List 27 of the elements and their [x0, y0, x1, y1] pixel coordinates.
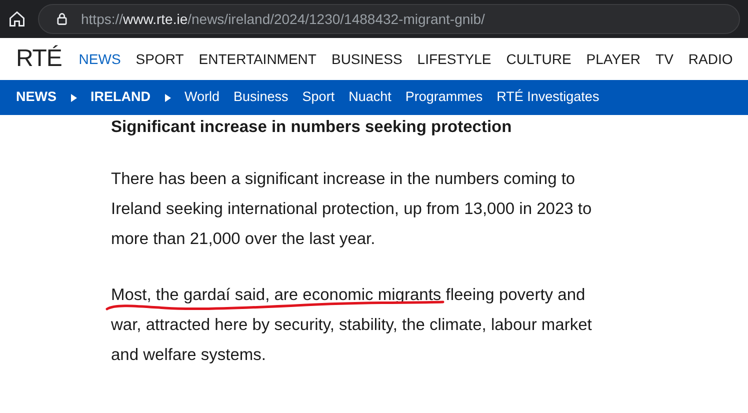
nav-link[interactable]: CULTURE — [506, 48, 572, 70]
triangle-right-icon — [70, 94, 76, 102]
triangle-right-icon — [164, 94, 170, 102]
article-paragraph: Most, the gardaí said, are economic migrants fleeing poverty and war, attracted here by security, stability, the climate, labour market and welfare systems. — [111, 285, 593, 366]
article-paragraph: There has been a significant increase in the numbers coming to Ireland seeking international protection, up from 13,000 in 2023 to more than 21,000 over the last year. — [111, 169, 593, 250]
breadcrumb-link[interactable]: IRELAND — [90, 87, 150, 108]
section-link[interactable]: RTÉ Investigates — [496, 87, 600, 108]
nav-link[interactable]: SPORT — [136, 48, 184, 70]
home-icon[interactable] — [8, 10, 26, 28]
section-link[interactable]: World — [184, 87, 220, 108]
site-logo[interactable]: RTÉ — [16, 41, 62, 77]
url-text: https://www.rte.ie/news/ireland/2024/1230/1488432-migrant-gnib/ — [81, 10, 485, 29]
section-link[interactable]: Sport — [302, 87, 335, 108]
nav-link[interactable]: LIFESTYLE — [417, 48, 492, 70]
address-bar[interactable]: https://www.rte.ie/news/ireland/2024/1230/1488432-migrant-gnib/ — [38, 4, 740, 34]
nav-link[interactable]: ENTERTAINMENT — [198, 48, 316, 70]
nav-link[interactable]: NEWS — [78, 48, 121, 70]
nav-link[interactable]: BUSINESS — [331, 48, 402, 70]
section-link[interactable]: Nuacht — [348, 87, 392, 108]
nav-link[interactable]: PLAYER — [586, 48, 641, 70]
breadcrumb-link[interactable]: NEWS — [16, 87, 56, 108]
nav-link[interactable]: RADIO — [688, 48, 733, 70]
section-link[interactable]: Business — [234, 87, 288, 108]
nav-link[interactable]: TV — [656, 48, 674, 70]
lock-icon[interactable] — [55, 12, 69, 26]
article-heading: Significant increase in numbers seeking protection — [111, 117, 513, 138]
section-link[interactable]: Programmes — [405, 87, 483, 108]
